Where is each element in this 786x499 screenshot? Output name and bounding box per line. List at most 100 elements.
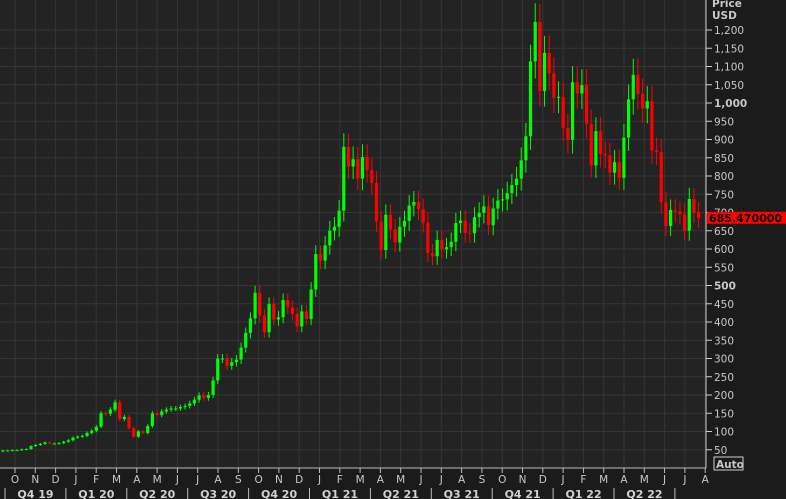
candle-body: [234, 359, 239, 363]
x-month-label: J: [317, 474, 321, 486]
candle-body: [108, 409, 112, 414]
candle-body: [76, 436, 80, 438]
candle-body: [90, 430, 94, 433]
candle-body: [66, 440, 70, 442]
candle-body: [669, 209, 673, 227]
y-tick-label: 450: [714, 299, 734, 311]
x-month-label: F: [93, 474, 99, 486]
y-axis-label-price: Price: [712, 0, 742, 10]
y-tick-label: 400: [714, 317, 734, 329]
x-month-label: O: [498, 474, 506, 486]
candle-body: [440, 239, 444, 250]
x-axis: O N D J F M A M J J A S O N D J F M A M J J A S O N D J F M A M J J AQ4 19…: [4, 468, 710, 499]
x-month-label: J: [682, 474, 686, 486]
candle-body: [178, 407, 183, 409]
candle: [150, 411, 154, 428]
y-tick-label: 1,050: [714, 80, 744, 92]
candle-body: [552, 73, 556, 98]
x-month-label: M: [599, 474, 608, 486]
candle-body: [454, 223, 458, 242]
candle-body: [514, 178, 519, 186]
candle: [132, 426, 136, 438]
candle-body: [244, 332, 248, 348]
candle-body: [510, 185, 514, 194]
x-quarter-label: Q4 21: [505, 488, 541, 499]
candle-body: [519, 160, 523, 179]
candle-body: [20, 449, 24, 451]
candle-body: [570, 82, 575, 140]
candle-body: [24, 449, 28, 451]
x-month-label: M: [396, 474, 405, 486]
y-tick-label: 550: [714, 262, 734, 274]
candle-body: [290, 307, 295, 314]
y-tick-label: 850: [714, 153, 734, 165]
x-quarter-label: Q2 22: [626, 488, 662, 499]
candle-body: [174, 408, 178, 410]
candle-body: [262, 315, 267, 333]
y-tick-label: 250: [714, 372, 734, 384]
plot-area[interactable]: [0, 0, 706, 468]
candle: [99, 411, 103, 429]
x-month-label: O: [11, 474, 19, 486]
candle-body: [150, 413, 154, 427]
candle-body: [337, 210, 341, 227]
candle-body: [491, 208, 495, 226]
x-month-label: A: [377, 474, 385, 486]
candle-body: [351, 159, 355, 167]
candle-body: [43, 442, 47, 444]
candle-body: [346, 146, 351, 167]
candle-body: [505, 193, 509, 200]
candle-body: [561, 96, 565, 128]
candle-body: [164, 409, 168, 412]
candle-body: [603, 154, 607, 156]
y-tick-label: 50: [714, 445, 727, 457]
candle-body: [141, 431, 145, 433]
candle-body: [678, 211, 682, 214]
candle-body: [342, 146, 346, 211]
x-month-label: N: [31, 474, 39, 486]
candle-body: [328, 230, 332, 246]
candle-body: [697, 212, 701, 218]
y-tick-label: 100: [714, 427, 734, 439]
candle-body: [300, 311, 304, 327]
x-month-label: J: [73, 474, 77, 486]
candle-body: [458, 220, 463, 224]
candle-body: [281, 300, 285, 318]
candle-body: [449, 241, 453, 248]
candle-body: [202, 395, 206, 398]
candle-body: [99, 413, 103, 427]
candle-body: [136, 431, 140, 437]
candle-body: [528, 61, 533, 137]
candle-body: [323, 245, 327, 261]
x-quarter-label: Q2 20: [139, 488, 175, 499]
candle-body: [575, 82, 579, 94]
x-month-label: J: [175, 474, 179, 486]
candle-body: [146, 426, 150, 433]
y-tick-label: 300: [714, 354, 734, 366]
candle-body: [533, 21, 537, 62]
candle-body: [34, 445, 38, 447]
candle-body: [379, 221, 383, 251]
candle-body: [314, 254, 318, 290]
candle-body: [113, 402, 117, 410]
candle-body: [435, 239, 439, 257]
x-month-label: D: [539, 474, 547, 486]
candle-body: [654, 150, 659, 153]
candle-body: [286, 300, 290, 308]
x-month-label: F: [580, 474, 586, 486]
y-axis-label-currency: USD: [712, 10, 737, 22]
candle-body: [482, 206, 486, 213]
auto-button-label[interactable]: Auto: [716, 459, 744, 471]
candle-body: [673, 209, 677, 212]
auto-scale-button[interactable]: Auto: [713, 456, 744, 471]
candle-body: [374, 182, 379, 222]
candle-body: [496, 200, 500, 209]
y-tick-label: 800: [714, 171, 734, 183]
y-tick-label: 750: [714, 189, 734, 201]
candle-body: [267, 304, 271, 333]
x-month-label: A: [702, 474, 710, 486]
x-month-label: N: [519, 474, 527, 486]
candle-body: [356, 159, 360, 179]
candle-body: [48, 442, 52, 444]
candle-body: [477, 212, 481, 218]
